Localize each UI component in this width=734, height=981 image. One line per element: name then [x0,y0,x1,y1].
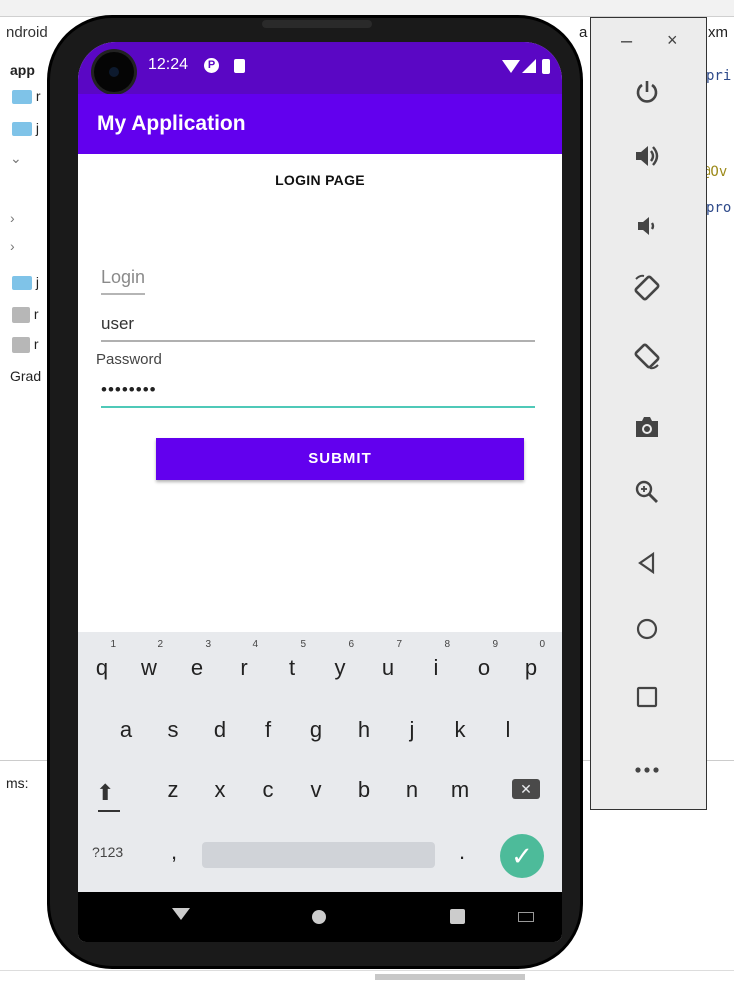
divider [0,970,734,971]
password-label: Password [96,351,162,368]
nav-back-icon[interactable] [172,908,190,920]
key-r[interactable]: r4 [224,640,264,688]
tree-row[interactable]: j [12,120,39,142]
horizontal-scrollbar[interactable] [375,974,525,980]
file-icon [12,307,30,324]
minimize-button[interactable]: – [621,30,632,53]
file-icon [12,337,30,354]
key-c[interactable]: c [248,770,288,810]
tree-root[interactable]: app [10,62,35,84]
key-l[interactable]: l [488,710,528,750]
key-u[interactable]: u7 [368,640,408,688]
key-a[interactable]: a [106,710,146,750]
key-e[interactable]: e3 [177,640,217,688]
overview-icon[interactable] [625,678,669,722]
key-q[interactable]: q1 [82,640,122,688]
tree-row[interactable]: j [12,274,39,296]
key-s[interactable]: s [153,710,193,750]
key-w[interactable]: w2 [129,640,169,688]
signal-icon [522,59,536,73]
soft-keyboard: q1 w2 e3 r4 t5 y6 u7 i8 o9 p0 a s d f g … [78,632,562,892]
key-y[interactable]: y6 [320,640,360,688]
earpiece [262,20,372,28]
chevron-right-icon[interactable]: › [10,210,15,226]
status-time: 12:24 [148,56,189,73]
key-comma[interactable]: , [154,832,194,872]
enter-check-icon[interactable]: ✓ [500,834,544,878]
volume-up-icon[interactable] [625,138,669,182]
tree-row-gradle[interactable]: Grad [10,368,41,390]
tree-row[interactable]: r [12,306,39,328]
problems-label: ms: [6,775,29,791]
folder-icon [12,90,32,105]
emulator-toolbar: – × [590,17,707,810]
tree-row[interactable]: r [12,336,39,358]
zoom-icon[interactable] [625,474,669,518]
phone-screen: 12:24 P My Application LOGIN PAGE Login … [78,42,562,942]
folder-icon [12,122,32,137]
backspace-icon[interactable]: ✕ [512,779,540,799]
front-camera-icon [94,52,134,92]
power-icon[interactable] [625,74,669,118]
key-z[interactable]: z [153,770,193,810]
nav-recents-icon[interactable] [450,909,465,924]
key-n[interactable]: n [392,770,432,810]
key-d[interactable]: d [200,710,240,750]
submit-button[interactable]: SUBMIT [156,438,524,480]
back-icon[interactable] [625,544,669,588]
login-label: Login [101,267,146,295]
close-button[interactable]: × [667,30,678,51]
key-h[interactable]: h [344,710,384,750]
tree-row[interactable]: r [12,88,41,110]
password-field[interactable]: •••••••• [101,380,535,408]
sd-card-icon [234,59,245,73]
app-title: My Application [97,112,246,135]
shift-underline [98,810,120,812]
home-icon[interactable] [625,610,669,654]
username-field[interactable]: user [101,314,535,342]
app-bar: My Application [78,94,562,154]
key-x[interactable]: x [200,770,240,810]
shift-key-icon[interactable]: ⬆ [96,780,114,806]
key-i[interactable]: i8 [416,640,456,688]
key-f[interactable]: f [248,710,288,750]
rotate-left-icon[interactable] [625,272,669,316]
gradle-folder-icon [12,276,32,291]
spacebar[interactable] [202,842,435,868]
navigation-bar [78,892,562,942]
key-o[interactable]: o9 [464,640,504,688]
key-j[interactable]: j [392,710,432,750]
notification-icon: P [204,58,219,73]
key-m[interactable]: m [440,770,480,810]
chevron-down-icon[interactable]: ⌄ [10,150,22,167]
wifi-icon [502,60,520,73]
status-bar: 12:24 P [78,42,562,94]
page-title: LOGIN PAGE [275,172,365,188]
key-v[interactable]: v [296,770,336,810]
keyboard-switch-icon[interactable] [518,912,534,922]
chevron-right-icon[interactable]: › [10,238,15,254]
key-t[interactable]: t5 [272,640,312,688]
key-period[interactable]: . [442,832,482,872]
more-icon[interactable] [625,744,669,788]
key-b[interactable]: b [344,770,384,810]
rotate-right-icon[interactable] [625,340,669,384]
volume-down-icon[interactable] [625,206,669,250]
nav-home-icon[interactable] [312,910,326,924]
key-p[interactable]: p0 [511,640,551,688]
camera-icon[interactable] [625,408,669,452]
key-k[interactable]: k [440,710,480,750]
ide-toolbar [0,0,734,17]
symbols-key[interactable]: ?123 [92,844,123,860]
battery-icon [542,59,550,74]
key-g[interactable]: g [296,710,336,750]
